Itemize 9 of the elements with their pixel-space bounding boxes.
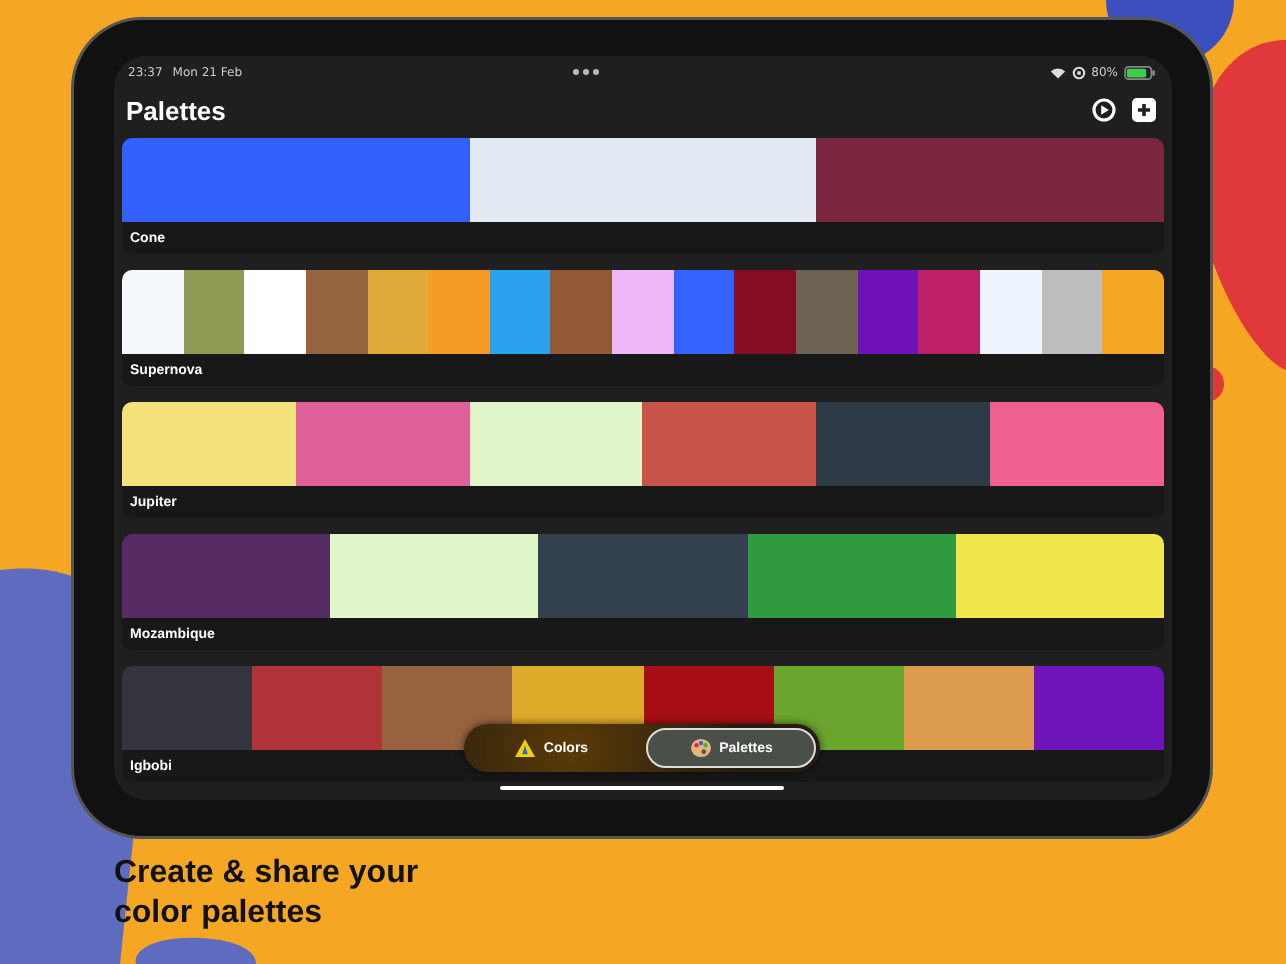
warning-triangle-icon [513, 738, 536, 758]
battery-icon [1124, 65, 1156, 79]
wifi-icon [1049, 65, 1066, 79]
play-icon[interactable] [1092, 98, 1116, 122]
multitask-dots-icon[interactable] [571, 68, 600, 76]
lock-rotation-icon [1071, 65, 1086, 79]
add-icon[interactable] [1132, 98, 1156, 122]
page-title: Palettes [126, 95, 226, 125]
palette-icon [689, 738, 712, 758]
